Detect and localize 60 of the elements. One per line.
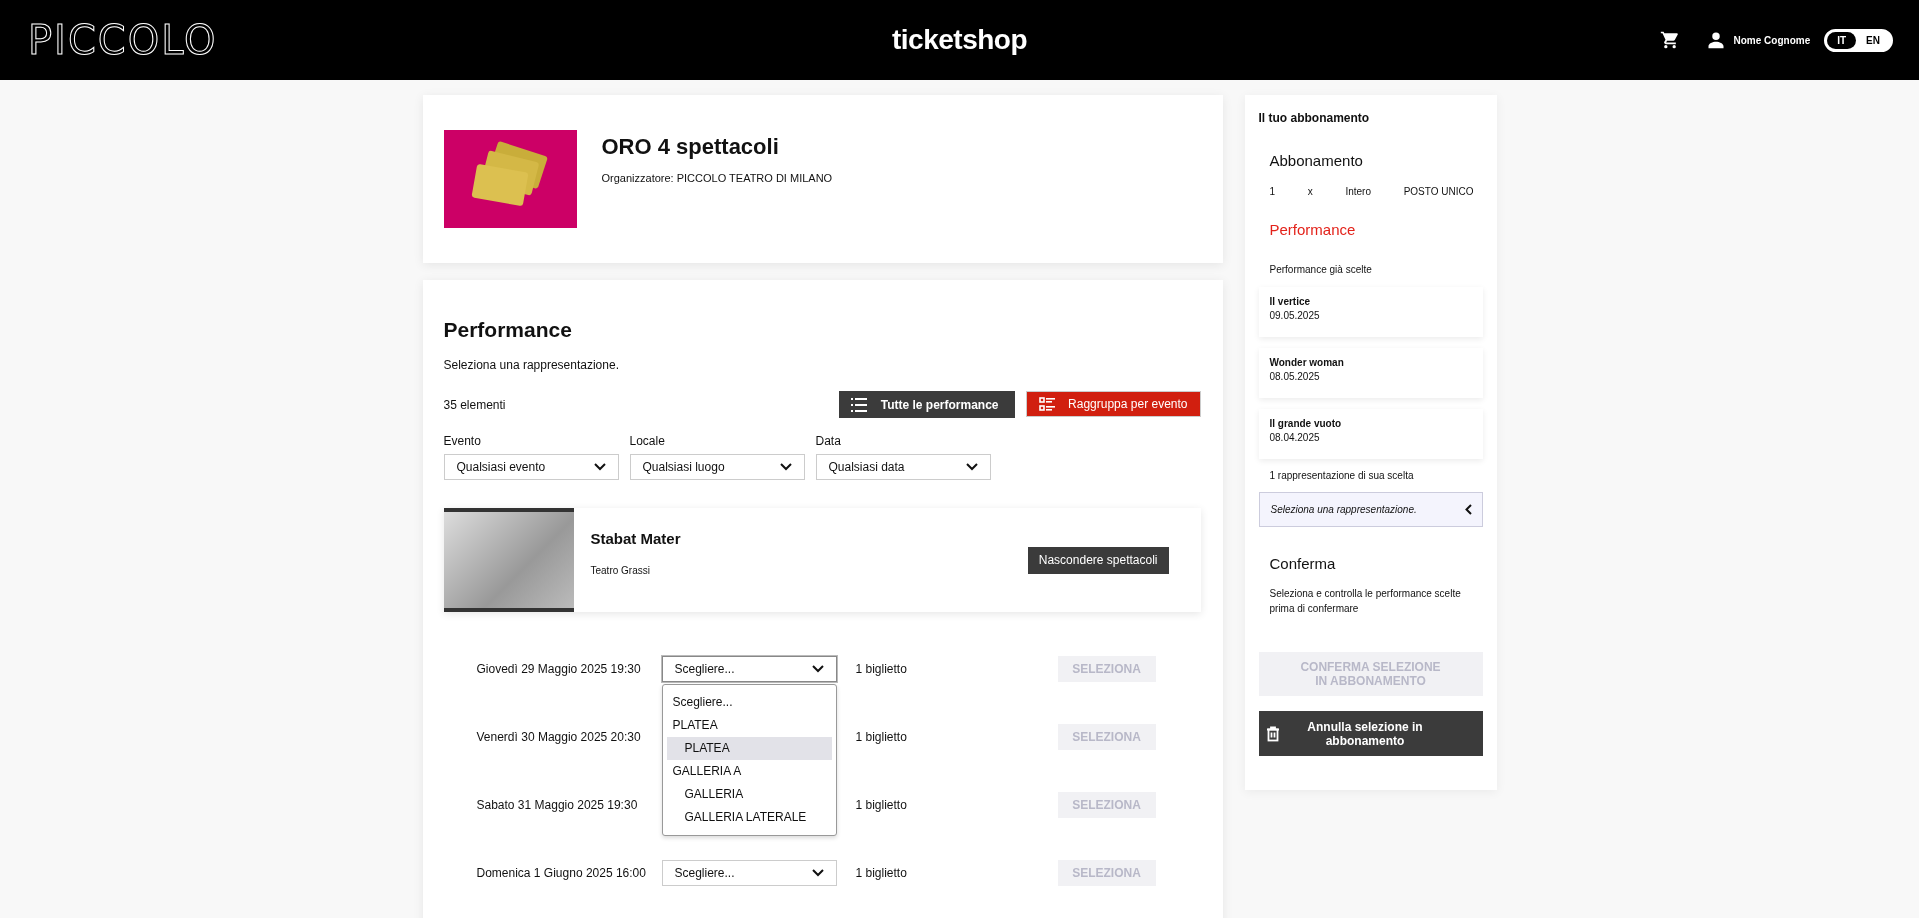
option-group-label: PLATEA — [671, 717, 719, 734]
performance-slot[interactable]: Seleziona una rappresentazione. — [1258, 492, 1483, 527]
logo[interactable]: PICCOLO — [28, 17, 218, 63]
language-option[interactable]: IT — [1827, 31, 1857, 49]
chevron-down-icon — [811, 869, 824, 877]
filter-label: Locale — [629, 434, 666, 448]
performance-date: Giovedì 29 Maggio 2025 19:30 — [476, 662, 642, 676]
hide-shows-button[interactable]: Nascondere spettacoli — [1027, 546, 1169, 574]
list-icon — [850, 397, 867, 412]
chosen-label: Performance già scelte — [1268, 264, 1373, 275]
organizer-text: Organizzatore: PICCOLO TEATRO DI MILANO — [601, 172, 833, 184]
sidebar-title: Il tuo abbonamento — [1258, 111, 1371, 125]
subsection-heading: Performance — [1268, 221, 1357, 238]
section-heading: Performance — [443, 318, 573, 342]
cancel-selection-button[interactable]: Annulla selezione in abbonamento — [1258, 711, 1483, 756]
subsection-heading: Abbonamento — [1268, 152, 1364, 169]
subscription-detail: 1 — [1269, 186, 1276, 197]
view-button[interactable]: Tutte le performance — [838, 391, 1015, 418]
grouped-list-icon — [1038, 397, 1055, 411]
instruction-text: Seleziona una rappresentazione. — [443, 358, 620, 372]
chevron-left-icon — [1464, 504, 1472, 515]
filter-dropdown[interactable]: Qualsiasi evento — [443, 454, 619, 480]
venue-text: Teatro Grassi — [590, 565, 651, 576]
item-count: 35 elementi — [443, 397, 506, 412]
chevron-down-icon — [811, 665, 824, 673]
ticket-count: 1 biglietto — [855, 662, 908, 676]
cart-icon[interactable] — [1659, 30, 1680, 50]
event-title: Stabat Mater — [590, 530, 682, 547]
language-option[interactable]: EN — [1856, 31, 1890, 49]
subscription-detail: x — [1307, 186, 1313, 197]
performance-date: 08.04.2025 — [1269, 432, 1321, 443]
ticket-count: 1 biglietto — [855, 730, 908, 744]
filter-label: Data — [815, 434, 842, 448]
trash-icon — [1265, 725, 1280, 742]
performance-title: Il vertice — [1269, 296, 1312, 307]
chevron-down-icon — [593, 463, 606, 471]
ticket-count: 1 biglietto — [855, 866, 908, 880]
confirm-instruction: Seleziona e controlla le performance scelte prima di confermare — [1268, 587, 1462, 616]
ticket-count: 1 biglietto — [855, 798, 908, 812]
performance-title: Wonder woman — [1269, 357, 1345, 368]
subsection-heading: Conferma — [1268, 555, 1337, 572]
filter-dropdown[interactable]: Qualsiasi data — [815, 454, 991, 480]
remaining-text: 1 rappresentazione di sua scelta — [1268, 470, 1415, 481]
subscription-detail: POSTO UNICO — [1403, 186, 1474, 197]
performance-date: Venerdì 30 Maggio 2025 20:30 — [476, 730, 642, 744]
chevron-down-icon — [779, 463, 792, 471]
filter-dropdown[interactable]: Qualsiasi luogo — [629, 454, 805, 480]
chevron-down-icon — [965, 463, 978, 471]
subscription-detail: Intero — [1345, 186, 1371, 197]
site-title: ticketshop — [892, 24, 1027, 56]
performance-date: 09.05.2025 — [1269, 310, 1321, 321]
filter-label: Evento — [443, 434, 482, 448]
option-group-label: GALLERIA A — [671, 763, 743, 780]
product-title: ORO 4 spettacoli — [601, 134, 780, 160]
performance-date: Sabato 31 Maggio 2025 19:30 — [476, 798, 639, 812]
performance-date: Domenica 1 Giugno 2025 16:00 — [476, 866, 647, 880]
performance-date: 08.05.2025 — [1269, 371, 1321, 382]
performance-title: Il grande vuoto — [1269, 418, 1343, 429]
view-button[interactable]: Raggruppa per evento — [1025, 391, 1201, 417]
user-name[interactable]: Nome Cognome — [1733, 34, 1811, 46]
